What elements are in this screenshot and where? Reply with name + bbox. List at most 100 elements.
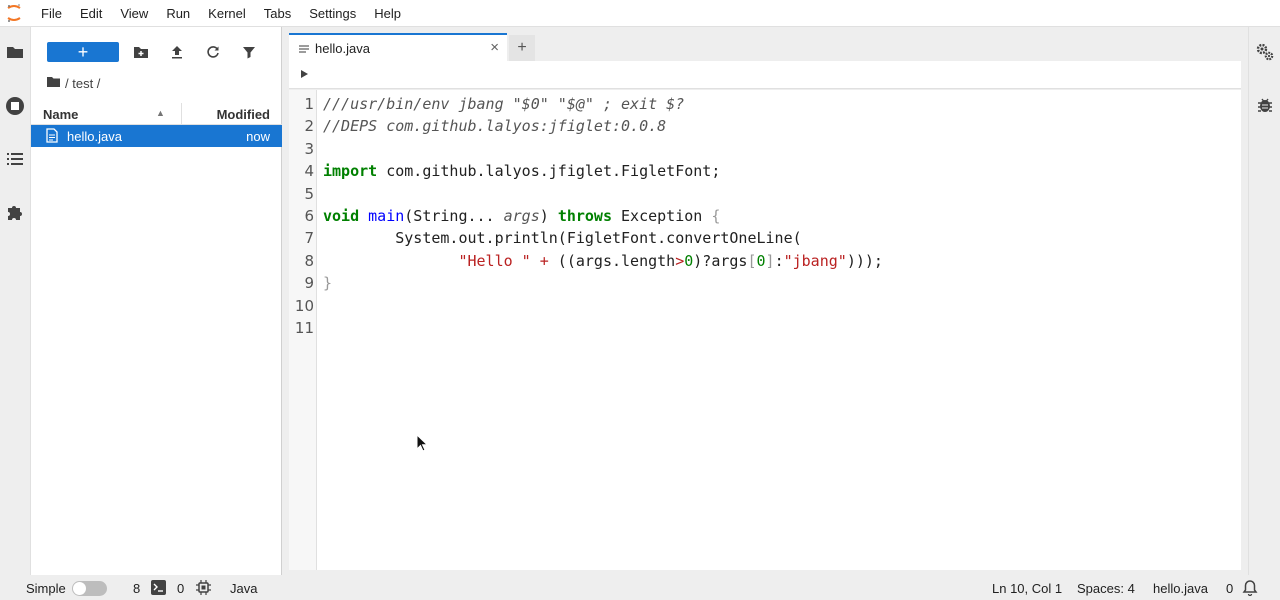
code-text: ///usr/bin/env jbang "$0" "$@" ; exit $? [323,93,684,115]
debugger-bug-icon[interactable] [1254,94,1276,116]
property-inspector-gears-icon[interactable] [1254,41,1276,63]
run-icon[interactable] [301,70,308,78]
code-editor[interactable]: 1 ///usr/bin/env jbang "$0" "$@" ; exit $… [289,90,1241,570]
code-token: 0 [684,251,694,270]
code-token: "jbang" [783,251,847,270]
code-token: )?args [693,251,748,270]
new-folder-icon[interactable] [132,43,150,61]
close-icon[interactable]: × [490,39,499,56]
menu-settings[interactable]: Settings [300,0,365,27]
code-token: 0 [756,251,766,270]
line-number: 10 [294,296,314,315]
menu-file[interactable]: File [32,0,71,27]
left-sidebar [0,27,31,575]
refresh-icon[interactable] [204,43,222,61]
column-divider[interactable] [181,103,182,125]
sort-ascending-icon: ▲ [156,108,165,118]
line-number: 3 [304,139,314,158]
code-token: } [323,274,333,293]
bell-icon[interactable] [1242,579,1258,599]
folder-icon[interactable] [46,76,61,91]
code-text: } [323,272,332,294]
code-token: args [503,207,540,225]
simple-mode-label: Simple [26,581,66,596]
line-number: 1 [304,95,314,113]
line-number: 11 [294,319,314,337]
simple-mode-toggle[interactable] [72,581,107,596]
line-number: 9 [304,274,314,293]
code-token: { [711,207,721,225]
line-number: 8 [304,251,314,270]
line-number: 5 [304,184,314,203]
line-number: 7 [304,229,314,248]
code-text: //DEPS com.github.lalyos:jfiglet:0.0.8 [323,115,666,137]
toc-list-icon[interactable] [4,148,26,170]
main-area: hello.java × + 1 ///usr/bin/env jbang "$0… [282,27,1248,575]
upload-icon[interactable] [168,43,186,61]
right-sidebar [1248,27,1280,575]
text-file-icon [299,43,309,58]
kernel-chip-icon[interactable] [196,580,211,598]
code-text: import com.github.lalyos.jfiglet.FigletF… [323,160,720,182]
tab-label: hello.java [315,41,370,56]
code-token: ((args.length [548,251,676,270]
terminal-icon[interactable] [151,580,166,598]
breadcrumb-path[interactable]: / test / [65,76,100,91]
code-token: Exception [612,207,712,225]
code-token: (String... [404,207,504,225]
code-token: "Hello " [458,251,531,270]
breadcrumb: / test / [46,76,100,91]
notifications-count[interactable]: 0 [1226,581,1233,596]
menu-view[interactable]: View [111,0,157,27]
file-list-item[interactable]: hello.java now [31,125,282,147]
name-column-header[interactable]: Name [43,107,78,122]
indentation-setting[interactable]: Spaces: 4 [1077,581,1135,596]
mouse-pointer-icon [416,433,429,455]
modified-column-header[interactable]: Modified [217,107,270,122]
code-token: com.github.lalyos.jfiglet.FigletFont; [377,162,721,181]
code-token: : [774,251,784,270]
folder-icon[interactable] [4,41,26,63]
editor-toolbar [289,61,1241,89]
kernels-count[interactable]: 0 [177,581,184,596]
line-number: 6 [304,207,314,225]
line-number: 2 [304,117,314,136]
code-token: > [675,251,685,270]
code-token: import [323,162,378,181]
menubar: File Edit View Run Kernel Tabs Settings Help [0,0,1280,27]
code-token: throws [557,207,612,225]
menu-run[interactable]: Run [157,0,199,27]
menu-tabs[interactable]: Tabs [255,0,300,27]
status-bar: Simple 8 0 Java Ln 10, Col 1 Spaces: 4 h… [0,575,1280,600]
extension-puzzle-icon[interactable] [4,201,26,223]
running-stop-icon[interactable] [4,95,26,117]
code-token: //DEPS com.github.lalyos:jfiglet:0.0.8 [323,117,667,136]
menu-help[interactable]: Help [365,0,410,27]
file-list-header: Name ▲ Modified [31,103,282,125]
file-browser: + / test / Name ▲ Modified hello.java no… [31,27,282,575]
jupyter-logo-icon [0,0,28,27]
code-text: "Hello " + ((args.length>0)?args[0]:"jba… [323,250,882,272]
terminals-count[interactable]: 8 [133,581,140,596]
code-token: [ [747,251,757,270]
line-number: 4 [304,162,314,181]
tab-hello-java[interactable]: hello.java × [289,33,507,61]
file-name: hello.java [67,129,122,144]
tab-bar: hello.java × + [289,33,535,61]
menu-kernel[interactable]: Kernel [199,0,255,27]
code-token: ] [765,251,775,270]
code-token: ///usr/bin/env jbang "$0" "$@" ; exit $? [323,95,685,113]
menu-edit[interactable]: Edit [71,0,111,27]
add-tab-button[interactable]: + [509,35,535,61]
file-modified: now [246,129,270,144]
code-text: System.out.println(FigletFont.convertOne… [323,227,801,249]
code-token: void [323,207,360,225]
cursor-position[interactable]: Ln 10, Col 1 [992,581,1062,596]
code-token: + [539,251,549,270]
new-launcher-button[interactable]: + [47,42,119,62]
language-indicator[interactable]: Java [230,581,257,596]
filter-icon[interactable] [240,43,258,61]
